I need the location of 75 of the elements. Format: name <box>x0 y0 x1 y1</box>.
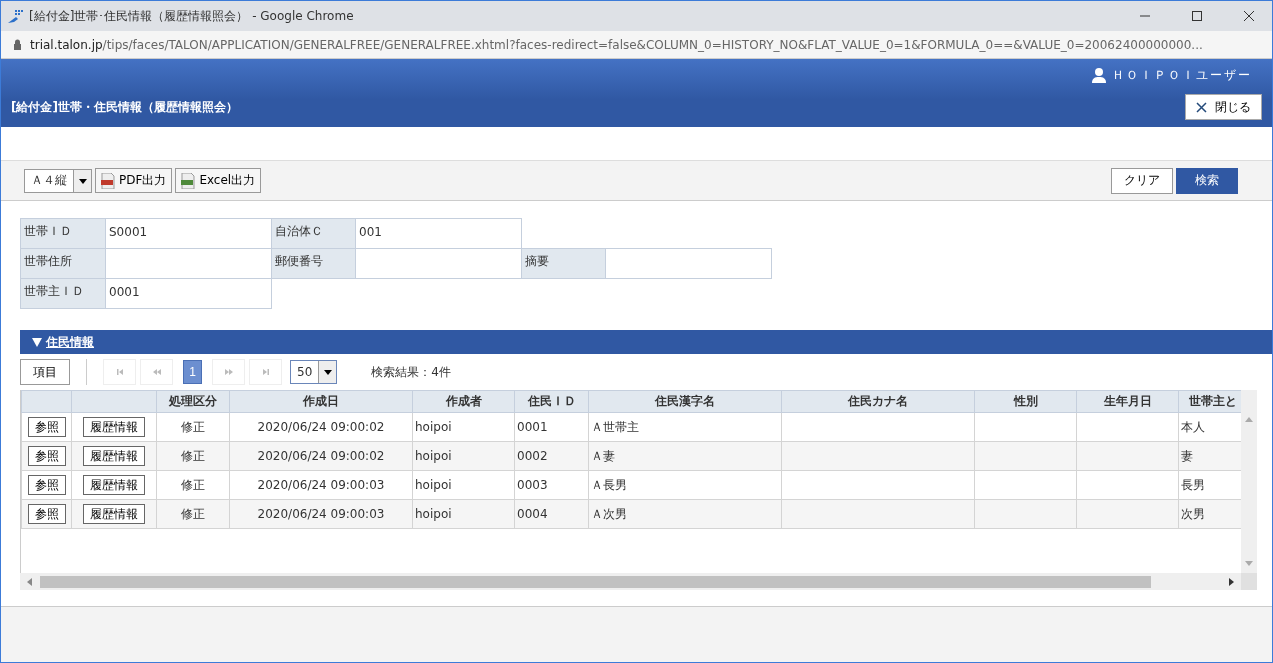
view-button[interactable]: 参照 <box>27 417 66 437</box>
scroll-up-icon[interactable] <box>1245 416 1253 424</box>
column-header: 処理区分 <box>156 390 230 413</box>
column-header: 性別 <box>974 390 1077 413</box>
dropdown-arrow-icon[interactable] <box>323 368 332 376</box>
page-size-select[interactable]: 50 <box>290 360 338 384</box>
view-button[interactable]: 参照 <box>27 446 66 466</box>
page-title: [給付金]世帯・住民情報（履歴情報照会） <box>11 98 238 116</box>
table-cell: Ａ長男 <box>588 470 782 500</box>
table-cell: 修正 <box>156 412 230 442</box>
table-cell: 0004 <box>514 499 589 529</box>
column-header: 住民漢字名 <box>588 390 782 413</box>
table-cell: 2020/06/24 09:00:03 <box>229 499 413 529</box>
table-cell: hoipoi <box>412 441 515 471</box>
table-cell: hoipoi <box>412 412 515 442</box>
table-cell: hoipoi <box>412 499 515 529</box>
spreadsheet-file-icon[interactable] <box>181 172 196 189</box>
column-header: 住民カナ名 <box>781 390 975 413</box>
collapse-triangle-icon[interactable] <box>32 337 42 347</box>
column-header: 住民ＩＤ <box>514 390 589 413</box>
table-cell: 2020/06/24 09:00:03 <box>229 470 413 500</box>
close-icon[interactable] <box>1244 11 1254 21</box>
scroll-down-icon[interactable] <box>1245 559 1253 567</box>
result-count: 検索結果：4件 <box>371 363 451 381</box>
paper-size-select[interactable]: Ａ４縦 <box>24 168 92 193</box>
clear-button[interactable]: クリア <box>1111 167 1173 194</box>
window-title: [給付金]世帯･住民情報（履歴情報照会） - Google Chrome <box>29 7 355 25</box>
history-button[interactable]: 履歴情報 <box>83 417 145 437</box>
address-bar-url[interactable]: trial.talon.jp/tips/faces/TALON/APPLICATION/GENERALFREE/GENERALFREE.xhtml?faces-redirect=false&COLUMN_0=HISTORY_NO&FLAT_VALUE_0=1&FORMULA_0==&VALUE_0=20062400000000... <box>30 37 1203 52</box>
table-cell: 2020/06/24 09:00:02 <box>229 441 413 471</box>
field-label: 世帯ＩＤ <box>21 219 105 248</box>
lock-icon <box>13 39 22 50</box>
close-button[interactable]: 閉じる <box>1185 94 1262 120</box>
history-button[interactable]: 履歴情報 <box>83 446 145 466</box>
table-cell: Ａ妻 <box>588 441 782 471</box>
table-cell: Ａ世帯主 <box>588 412 782 442</box>
history-button[interactable]: 履歴情報 <box>83 504 145 524</box>
field-label: 世帯主ＩＤ <box>21 279 105 308</box>
table-cell: 0003 <box>514 470 589 500</box>
field-value: 0001 <box>105 279 271 308</box>
scroll-left-icon[interactable] <box>26 577 34 586</box>
view-button[interactable]: 参照 <box>27 475 66 495</box>
user-name: ＨＯＩＰＯＩユーザー <box>1112 66 1252 84</box>
pdf-export-button[interactable]: PDF出力 <box>95 168 173 193</box>
horizontal-scrollbar-thumb[interactable] <box>40 575 1151 588</box>
close-icon[interactable] <box>1196 101 1207 113</box>
app-logo-icon <box>7 8 23 24</box>
column-header: 世帯主と <box>1178 390 1241 413</box>
table-cell: 修正 <box>156 441 230 471</box>
field-label: 世帯住所 <box>21 249 105 278</box>
table-cell: Ａ次男 <box>588 499 782 529</box>
history-button[interactable]: 履歴情報 <box>83 475 145 495</box>
table-cell: 0001 <box>514 412 589 442</box>
pdf-file-icon[interactable] <box>101 172 115 189</box>
column-header: 作成日 <box>229 390 413 413</box>
column-header: 作成者 <box>412 390 515 413</box>
column-header: 生年月日 <box>1076 390 1179 413</box>
table-cell: 修正 <box>156 470 230 500</box>
dropdown-arrow-icon[interactable] <box>78 176 87 185</box>
view-button[interactable]: 参照 <box>27 504 66 524</box>
maximize-icon[interactable] <box>1192 11 1202 21</box>
search-button[interactable]: 検索 <box>1176 167 1238 194</box>
columns-button[interactable]: 項目 <box>20 359 70 385</box>
user-icon <box>1092 67 1106 83</box>
section-title-link[interactable]: 住民情報 <box>46 333 94 351</box>
field-label: 摘要 <box>521 249 605 278</box>
scrollbar-corner <box>1241 573 1257 590</box>
table-cell: 0002 <box>514 441 589 471</box>
field-label: 郵便番号 <box>271 249 355 278</box>
scroll-right-icon[interactable] <box>1227 577 1235 586</box>
table-cell: hoipoi <box>412 470 515 500</box>
field-label: 自治体Ｃ <box>271 219 355 248</box>
table-cell: 修正 <box>156 499 230 529</box>
table-cell: 2020/06/24 09:00:02 <box>229 412 413 442</box>
excel-export-button[interactable]: Excel出力 <box>175 168 262 193</box>
